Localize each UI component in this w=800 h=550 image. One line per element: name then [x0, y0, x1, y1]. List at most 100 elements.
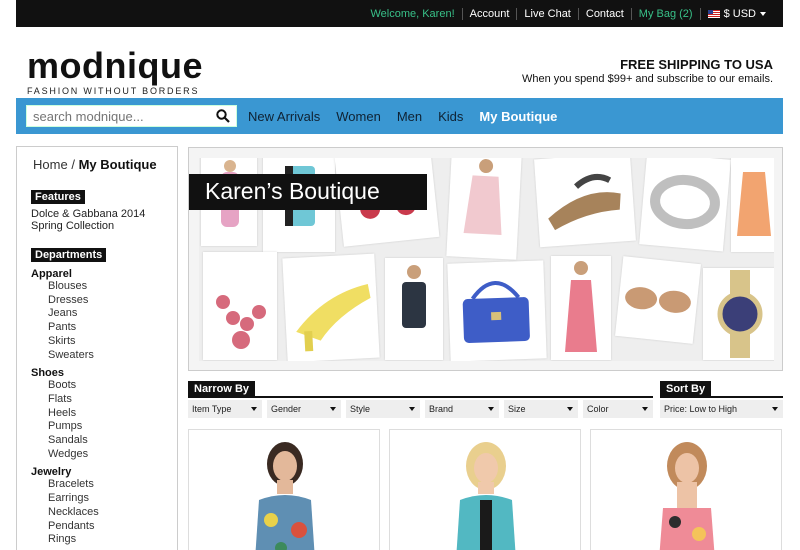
chevron-down-icon: [330, 407, 336, 411]
feature-link[interactable]: Dolce & Gabbana 2014 Spring Collection: [31, 208, 161, 232]
chevron-down-icon: [567, 407, 573, 411]
dept-item[interactable]: Skirts: [48, 335, 106, 349]
dept-item[interactable]: Sweaters: [48, 349, 106, 363]
sandal-figure: [548, 173, 621, 231]
product-image: [456, 442, 516, 550]
breadcrumb-home[interactable]: Home: [33, 157, 68, 172]
narrow-by-heading: Narrow By: [188, 381, 256, 396]
welcome-text: Welcome, Karen!: [370, 7, 455, 20]
dept-item[interactable]: Pumps: [48, 420, 106, 434]
collage-necklace-image: [203, 252, 277, 360]
filter-label: Item Type: [192, 404, 232, 414]
search-input[interactable]: [27, 106, 207, 126]
watch-figure: [717, 270, 763, 358]
dept-item[interactable]: Pants: [48, 321, 106, 335]
narrow-by-divider: [188, 396, 653, 398]
filter-brand-select[interactable]: Brand: [425, 400, 499, 418]
filter-style-select[interactable]: Style: [346, 400, 420, 418]
dept-item[interactable]: Sandals: [48, 434, 106, 448]
boutique-hero-banner: Karen’s Boutique: [188, 147, 783, 371]
collage-heel-image: [282, 253, 380, 361]
account-link[interactable]: Account: [461, 7, 517, 20]
bracelet-figure: [650, 174, 720, 230]
collage-floral-dress-image: [446, 158, 522, 260]
dept-group-jewelry[interactable]: Jewelry: [31, 466, 106, 478]
filter-bar: Narrow By Sort By Item Type Gender Style…: [188, 381, 783, 421]
sidebar: Home / My Boutique Features Dolce & Gabb…: [16, 146, 178, 550]
contact-link[interactable]: Contact: [577, 7, 631, 20]
sort-by-divider: [660, 396, 783, 398]
chevron-down-icon: [772, 407, 778, 411]
chevron-down-icon: [251, 407, 257, 411]
collage-bracelet-image: [639, 158, 731, 252]
my-bag-link[interactable]: My Bag (2): [630, 7, 700, 20]
patterned-dress-figure: [737, 172, 771, 236]
product-card[interactable]: [188, 429, 380, 550]
nav-kids[interactable]: Kids: [438, 109, 463, 124]
dept-group-apparel[interactable]: Apparel: [31, 268, 106, 280]
heel-figure: [296, 284, 371, 352]
dept-item[interactable]: Wedges: [48, 448, 106, 462]
top-links: Welcome, Karen! Account Live Chat Contac…: [363, 0, 773, 27]
nav-men[interactable]: Men: [397, 109, 422, 124]
filter-label: Gender: [271, 404, 302, 414]
breadcrumb-current: My Boutique: [78, 157, 157, 172]
logo-wordmark: modnique: [27, 45, 203, 86]
currency-selector[interactable]: $ USD: [699, 7, 773, 20]
features-heading: Features: [31, 190, 85, 204]
chevron-down-icon: [409, 407, 415, 411]
collage-sunglasses-image: [615, 256, 701, 344]
maxi-dress-figure: [565, 261, 597, 352]
live-chat-link[interactable]: Live Chat: [516, 7, 577, 20]
search-icon[interactable]: [216, 109, 230, 123]
dept-group-shoes[interactable]: Shoes: [31, 367, 106, 379]
nav-new-arrivals[interactable]: New Arrivals: [248, 109, 320, 124]
collage-bag-image: [447, 260, 547, 361]
logo-tagline: FASHION WITHOUT BORDERS: [27, 86, 200, 96]
sort-value: Price: Low to High: [664, 404, 738, 414]
floral-dress-figure: [463, 159, 502, 235]
dept-item[interactable]: Bracelets: [48, 478, 106, 492]
features-section: Features Dolce & Gabbana 2014 Spring Col…: [31, 187, 161, 232]
sort-select[interactable]: Price: Low to High: [660, 400, 783, 418]
product-card[interactable]: [389, 429, 581, 550]
dept-item[interactable]: Boots: [48, 379, 106, 393]
nav-women[interactable]: Women: [336, 109, 381, 124]
product-image: [659, 442, 715, 550]
collage-romper-image: [385, 258, 443, 360]
nav-my-boutique[interactable]: My Boutique: [479, 109, 557, 124]
dept-item[interactable]: Heels: [48, 407, 106, 421]
collage-maxi-dress-image: [551, 256, 611, 360]
site-logo[interactable]: modnique FASHION WITHOUT BORDERS: [27, 45, 203, 97]
dept-item[interactable]: Necklaces: [48, 506, 106, 520]
search-box: [26, 105, 237, 127]
top-bar: Welcome, Karen! Account Live Chat Contac…: [16, 0, 783, 27]
shipping-subtitle: When you spend $99+ and subscribe to our…: [521, 73, 773, 85]
filter-label: Size: [508, 404, 526, 414]
breadcrumb: Home / My Boutique: [33, 157, 157, 172]
filter-color-select[interactable]: Color: [583, 400, 653, 418]
collage-sandal-image: [534, 158, 636, 248]
collage-patterned-dress-image: [731, 158, 774, 252]
chevron-down-icon: [642, 407, 648, 411]
nav-links: New Arrivals Women Men Kids My Boutique: [248, 98, 573, 134]
filter-gender-select[interactable]: Gender: [267, 400, 341, 418]
shipping-title: FREE SHIPPING TO USA: [620, 57, 773, 72]
dept-item[interactable]: Rings: [48, 533, 106, 547]
sunglasses-figure: [625, 287, 691, 313]
dept-item[interactable]: Flats: [48, 393, 106, 407]
product-card[interactable]: [590, 429, 782, 550]
departments-heading: Departments: [31, 248, 107, 262]
dept-item[interactable]: Earrings: [48, 492, 106, 506]
us-flag-icon: [707, 9, 720, 18]
filter-item-type-select[interactable]: Item Type: [188, 400, 262, 418]
dept-item[interactable]: Blouses: [48, 280, 106, 294]
dept-item[interactable]: Pendants: [48, 520, 106, 534]
dept-item[interactable]: Dresses: [48, 294, 106, 308]
filter-label: Style: [350, 404, 371, 414]
filter-size-select[interactable]: Size: [504, 400, 578, 418]
currency-label: $ USD: [723, 7, 756, 20]
dept-item[interactable]: Jeans: [48, 307, 106, 321]
bag-figure: [462, 281, 530, 343]
breadcrumb-separator: /: [71, 157, 75, 172]
